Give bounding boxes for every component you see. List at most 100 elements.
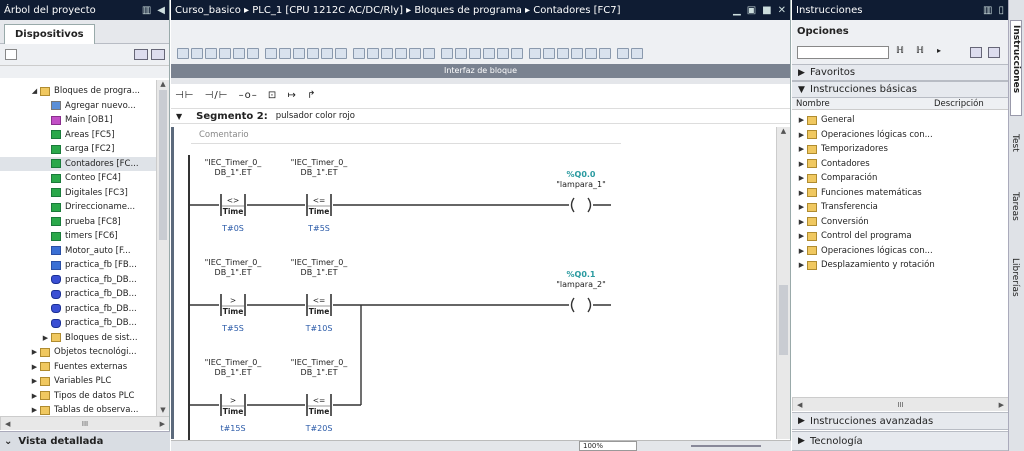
collapsed-icon[interactable]: ▶ bbox=[797, 131, 806, 139]
collapsed-icon[interactable]: ▶ bbox=[797, 174, 806, 182]
search-down-icon[interactable]: ℍ bbox=[896, 46, 904, 56]
branch-open-button[interactable]: ↦ bbox=[287, 90, 296, 101]
nc-contact-button[interactable]: ⊣/⊢ bbox=[205, 90, 229, 101]
tree-item[interactable]: prueba [FC8] bbox=[0, 215, 156, 230]
technology-section[interactable]: ▶ Tecnología bbox=[792, 431, 1008, 451]
tree-item[interactable]: ▶ Fuentes externas bbox=[0, 360, 156, 375]
toolbar-button[interactable] bbox=[279, 48, 291, 59]
coil-address[interactable]: %Q0.1 bbox=[567, 270, 596, 279]
tree-item[interactable]: ◢ Bloques de progra... bbox=[0, 84, 156, 99]
view-toggle-2-icon[interactable] bbox=[988, 47, 1000, 58]
toolbar-button[interactable] bbox=[381, 48, 393, 59]
block-interface-bar[interactable]: Interfaz de bloque bbox=[171, 64, 790, 78]
pin-icon[interactable]: ▯ bbox=[998, 5, 1004, 16]
compare-value[interactable]: T#5S bbox=[307, 224, 330, 233]
close-icon[interactable]: ✕ bbox=[778, 5, 786, 16]
search-up-icon[interactable]: ℍ bbox=[916, 46, 924, 56]
tree-item[interactable]: Motor_auto [F... bbox=[0, 244, 156, 259]
restore-icon[interactable]: ▥ bbox=[983, 5, 992, 16]
instruction-folder[interactable]: ▶ Control del programa bbox=[792, 229, 994, 244]
tree-item[interactable]: Main [OB1] bbox=[0, 113, 156, 128]
collapsed-icon[interactable]: ▶ bbox=[30, 377, 39, 385]
instr-horizontal-scrollbar[interactable]: ◀ III ▶ bbox=[792, 397, 1008, 411]
coil-button[interactable]: –o– bbox=[239, 90, 258, 101]
toolbar-button[interactable] bbox=[599, 48, 611, 59]
col-description[interactable]: Descripción bbox=[934, 99, 984, 109]
toolbar-button[interactable] bbox=[205, 48, 217, 59]
favorites-section[interactable]: ▶ Favoritos bbox=[792, 64, 1008, 81]
toolbar-button[interactable] bbox=[529, 48, 541, 59]
toolbar-button[interactable] bbox=[441, 48, 453, 59]
side-tab-libraries[interactable]: Librerías bbox=[1010, 252, 1020, 312]
breadcrumb-item[interactable]: PLC_1 [CPU 1212C AC/DC/Rly] bbox=[252, 5, 403, 16]
pin-icon[interactable]: ▥ bbox=[142, 5, 151, 16]
toolbar-button[interactable] bbox=[423, 48, 435, 59]
tree-item[interactable]: practica_fb_DB... bbox=[0, 287, 156, 302]
instruction-folder[interactable]: ▶ Operaciones lógicas con... bbox=[792, 128, 994, 143]
instruction-search-input[interactable] bbox=[797, 46, 889, 59]
col-name[interactable]: Nombre bbox=[796, 99, 830, 109]
toolbar-button[interactable] bbox=[631, 48, 643, 59]
minimize-icon[interactable]: ▁ bbox=[733, 5, 741, 16]
toolbar-button[interactable] bbox=[557, 48, 569, 59]
tab-devices[interactable]: Dispositivos bbox=[4, 24, 95, 44]
view-toggle-icon[interactable] bbox=[970, 47, 982, 58]
instruction-folder[interactable]: ▶ Funciones matemáticas bbox=[792, 186, 994, 201]
coil-tag[interactable]: "lampara_1" bbox=[556, 180, 606, 189]
collapsed-icon[interactable]: ▶ bbox=[797, 247, 806, 255]
collapsed-icon[interactable]: ▶ bbox=[797, 160, 806, 168]
instruction-folder[interactable]: ▶ Temporizadores bbox=[792, 142, 994, 157]
collapsed-icon[interactable]: ▶ bbox=[797, 218, 806, 226]
toolbar-button[interactable] bbox=[335, 48, 347, 59]
collapsed-icon[interactable]: ▶ bbox=[41, 334, 50, 342]
tree-vertical-scrollbar[interactable]: ▲ ▼ bbox=[156, 80, 169, 416]
segment-header[interactable]: ▼ Segmento 2: pulsador color rojo bbox=[171, 108, 790, 124]
more-options-icon[interactable]: ▸ bbox=[937, 46, 941, 55]
grid-view-icon[interactable] bbox=[151, 49, 165, 60]
toolbar-button[interactable] bbox=[321, 48, 333, 59]
instruction-folder[interactable]: ▶ Transferencia bbox=[792, 200, 994, 215]
compare-value[interactable]: T#10S bbox=[305, 324, 333, 333]
breadcrumb-item[interactable]: Contadores [FC7] bbox=[533, 5, 620, 16]
tree-item[interactable]: practica_fb [FB... bbox=[0, 258, 156, 273]
breadcrumb-item[interactable]: Curso_basico bbox=[175, 5, 241, 16]
toolbar-button[interactable] bbox=[469, 48, 481, 59]
collapsed-icon[interactable]: ▶ bbox=[797, 145, 806, 153]
toolbar-button[interactable] bbox=[483, 48, 495, 59]
collapsed-icon[interactable]: ▶ bbox=[30, 348, 39, 356]
collapsed-icon[interactable]: ▶ bbox=[797, 189, 806, 197]
tree-item[interactable]: Contadores [FC... bbox=[0, 156, 156, 171]
collapsed-icon[interactable]: ▶ bbox=[30, 363, 39, 371]
toolbar-button[interactable] bbox=[191, 48, 203, 59]
collapsed-icon[interactable]: ▶ bbox=[30, 406, 39, 414]
breadcrumb-item[interactable]: Bloques de programa bbox=[414, 5, 521, 16]
instruction-folder[interactable]: ▶ Operaciones lógicas con... bbox=[792, 244, 994, 259]
instruction-folder[interactable]: ▶ Conversión bbox=[792, 215, 994, 230]
zoom-slider[interactable] bbox=[691, 445, 761, 447]
instruction-folder[interactable]: ▶ Contadores bbox=[792, 157, 994, 172]
maximize-icon[interactable]: ■ bbox=[762, 5, 771, 16]
branch-close-button[interactable]: ↱ bbox=[307, 90, 316, 101]
tree-item[interactable]: Conteo [FC4] bbox=[0, 171, 156, 186]
toolbar-button[interactable] bbox=[497, 48, 509, 59]
toolbar-button[interactable] bbox=[617, 48, 629, 59]
coil-address[interactable]: %Q0.0 bbox=[567, 170, 596, 179]
instruction-folder[interactable]: ▶ Comparación bbox=[792, 171, 994, 186]
tree-item[interactable]: Digitales [FC3] bbox=[0, 186, 156, 201]
tree-item[interactable]: ▶ Tipos de datos PLC bbox=[0, 389, 156, 404]
basic-instructions-section[interactable]: ▼ Instrucciones básicas bbox=[792, 81, 1008, 98]
collapsed-icon[interactable]: ▶ bbox=[797, 232, 806, 240]
toolbar-button[interactable] bbox=[409, 48, 421, 59]
toolbar-button[interactable] bbox=[585, 48, 597, 59]
tree-horizontal-scrollbar[interactable]: ◀ III ▶ bbox=[0, 416, 169, 430]
advanced-instructions-section[interactable]: ▶ Instrucciones avanzadas bbox=[792, 412, 1008, 430]
toolbar-button[interactable] bbox=[247, 48, 259, 59]
toolbar-button[interactable] bbox=[511, 48, 523, 59]
box-button[interactable]: ⊡ bbox=[268, 90, 277, 101]
toolbar-button[interactable] bbox=[395, 48, 407, 59]
toolbar-button[interactable] bbox=[233, 48, 245, 59]
editor-scroll-thumb[interactable] bbox=[779, 285, 788, 355]
zoom-select[interactable]: 100% bbox=[579, 441, 637, 451]
collapsed-icon[interactable]: ▶ bbox=[30, 392, 39, 400]
tree-item[interactable]: ▶ Variables PLC bbox=[0, 374, 156, 389]
